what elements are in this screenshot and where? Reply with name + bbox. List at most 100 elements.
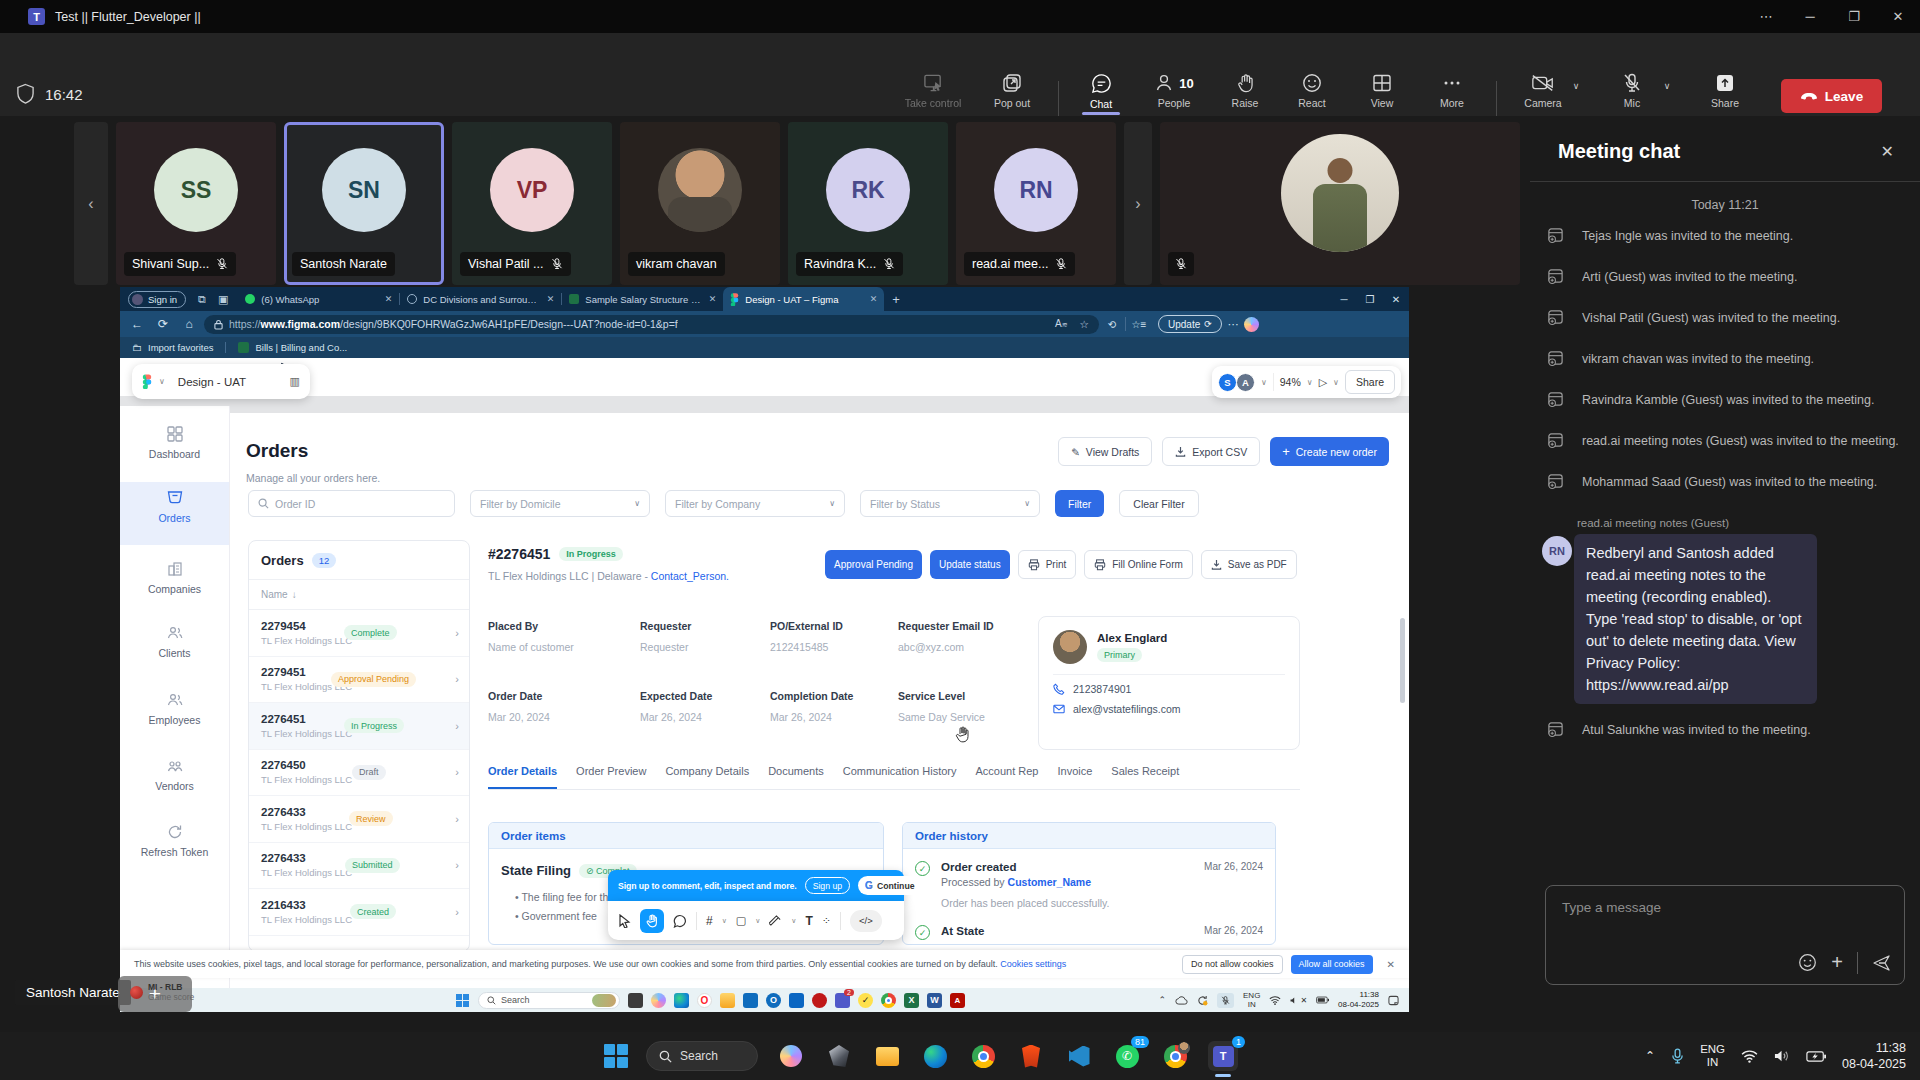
- video-tile-active[interactable]: SN Santosh Narate: [284, 122, 444, 285]
- dev-mode-toggle[interactable]: </>: [850, 910, 882, 932]
- store-icon[interactable]: [743, 993, 758, 1008]
- language-indicator[interactable]: ENGIN: [1700, 1043, 1725, 1069]
- google-continue-button[interactable]: GContinue: [858, 876, 921, 895]
- filter-domicile-dropdown[interactable]: Filter by Domicile∨: [470, 490, 650, 517]
- emoji-icon[interactable]: [1798, 953, 1817, 972]
- start-button[interactable]: [604, 1044, 628, 1068]
- send-icon[interactable]: [1872, 954, 1892, 972]
- raise-hand-button[interactable]: Raise: [1210, 73, 1280, 109]
- copilot-icon[interactable]: [1244, 317, 1259, 332]
- favorites-list-icon[interactable]: ☆≡: [1126, 319, 1152, 330]
- app-scrollbar[interactable]: [1400, 618, 1405, 703]
- people-button[interactable]: 10 People: [1131, 73, 1217, 109]
- filter-company-dropdown[interactable]: Filter by Company∨: [665, 490, 845, 517]
- order-row[interactable]: 2216433TL Flex Holdings LLC Created›: [249, 889, 469, 936]
- tab-panel-icon[interactable]: ▣: [218, 293, 228, 306]
- extension-icon[interactable]: ⟲: [1099, 319, 1125, 330]
- window-more-button[interactable]: ⋯: [1744, 9, 1788, 24]
- rep-phone[interactable]: 2123874901: [1073, 683, 1131, 695]
- norton-icon[interactable]: ✓: [858, 993, 873, 1008]
- browser-tab-active[interactable]: Design - UAT – Figma✕: [723, 287, 884, 311]
- sign-up-button[interactable]: Sign up: [805, 877, 850, 894]
- cloud-icon[interactable]: [1175, 996, 1188, 1005]
- zoom-level[interactable]: 94%: [1280, 376, 1301, 388]
- browser-close-button[interactable]: ✕: [1383, 294, 1409, 305]
- components-tool-icon[interactable]: ⁘: [822, 914, 831, 927]
- collaborator-avatar[interactable]: A: [1236, 373, 1255, 392]
- order-row[interactable]: 2276450TL Flex Holdings LLC Draft›: [249, 750, 469, 797]
- attach-plus-icon[interactable]: +: [1831, 951, 1843, 974]
- order-row-selected[interactable]: 2276451TL Flex Holdings LLC In Progress›: [249, 703, 469, 750]
- vscode-icon[interactable]: [1064, 1041, 1094, 1071]
- export-csv-button[interactable]: Export CSV: [1162, 437, 1260, 466]
- browser-minimize-button[interactable]: ─: [1331, 294, 1357, 305]
- tiles-scroll-right-button[interactable]: ›: [1124, 122, 1152, 285]
- sidebar-item-employees[interactable]: Employees: [120, 692, 229, 726]
- react-button[interactable]: React: [1277, 73, 1347, 109]
- approval-pending-button[interactable]: Approval Pending: [825, 550, 922, 579]
- obsidian-icon[interactable]: [824, 1041, 854, 1071]
- tab-copy-icon[interactable]: ⧉: [198, 293, 206, 306]
- view-drafts-button[interactable]: ✎View Drafts: [1058, 437, 1152, 466]
- sidebar-item-clients[interactable]: Clients: [120, 625, 229, 659]
- volume-icon[interactable]: [1774, 1049, 1790, 1063]
- acrobat-icon[interactable]: A: [950, 993, 965, 1008]
- tray-chevron-icon[interactable]: ⌃: [1158, 995, 1166, 1005]
- taskbar-search[interactable]: Search: [646, 1041, 758, 1071]
- browser-tab[interactable]: DC Divisions and Surroundings✕: [400, 287, 561, 311]
- browser-tab[interactable]: Sample Salary Structure with calc✕: [562, 287, 723, 311]
- battery-icon[interactable]: [1316, 996, 1329, 1004]
- update-status-button[interactable]: Update status: [930, 550, 1010, 579]
- video-tile-spotlight[interactable]: [1160, 122, 1520, 285]
- url-bar[interactable]: https://www.figma.com/design/9BKQ0FOHRWa…: [204, 315, 1099, 334]
- leave-button[interactable]: Leave: [1781, 79, 1882, 113]
- deny-cookies-button[interactable]: Do not allow cookies: [1182, 955, 1283, 974]
- chat-close-button[interactable]: ✕: [1881, 142, 1894, 161]
- video-tile[interactable]: vikram chavan: [620, 122, 780, 285]
- create-order-button[interactable]: +Create new order: [1270, 437, 1389, 466]
- move-tool-icon[interactable]: [618, 914, 631, 928]
- share-button[interactable]: Share: [1690, 73, 1760, 109]
- chat-button[interactable]: Chat: [1066, 73, 1136, 110]
- copilot-taskbar-icon[interactable]: [776, 1041, 806, 1071]
- teams-icon[interactable]: 2: [835, 993, 850, 1008]
- comment-tool-icon[interactable]: [673, 914, 687, 928]
- cookie-close-icon[interactable]: ✕: [1387, 959, 1395, 970]
- pop-out-button[interactable]: Pop out: [977, 73, 1047, 109]
- bookmark-link[interactable]: Bills | Billing and Co...: [255, 342, 347, 353]
- shared-clock[interactable]: 11:3808-04-2025: [1338, 990, 1379, 1010]
- pen-tool-icon[interactable]: [769, 914, 782, 927]
- view-button[interactable]: View: [1347, 73, 1417, 109]
- cookies-settings-link[interactable]: Cookies settings: [1000, 959, 1066, 969]
- save-as-pdf-button[interactable]: Save as PDF: [1201, 550, 1297, 579]
- import-favorites-link[interactable]: Import favorites: [148, 342, 213, 353]
- volume-muted-icon[interactable]: ✕: [1290, 996, 1307, 1005]
- office-icon[interactable]: [789, 993, 804, 1008]
- word-icon[interactable]: W: [927, 993, 942, 1008]
- teams-taskbar-icon[interactable]: T 1: [1208, 1041, 1238, 1071]
- chat-message-input[interactable]: Type a message +: [1545, 885, 1905, 985]
- more-button[interactable]: More: [1417, 73, 1487, 109]
- notification-icon[interactable]: [1388, 995, 1399, 1006]
- shape-tool-icon[interactable]: ▢: [736, 914, 746, 927]
- video-tile[interactable]: RK Ravindra K...: [788, 122, 948, 285]
- home-button[interactable]: ⌂: [176, 317, 202, 331]
- window-minimize-button[interactable]: ─: [1788, 9, 1832, 24]
- excel-icon[interactable]: X: [904, 993, 919, 1008]
- present-icon[interactable]: ▷: [1319, 376, 1327, 389]
- tray-chevron-icon[interactable]: ⌃: [1645, 1049, 1655, 1063]
- order-row[interactable]: 2279454TL Flex Holdings LLC Complete›: [249, 610, 469, 657]
- sidebar-item-orders[interactable]: Orders: [120, 490, 229, 524]
- sidebar-item-dashboard[interactable]: Dashboard: [120, 426, 229, 460]
- print-button[interactable]: Print: [1018, 550, 1077, 579]
- tiles-scroll-left-button[interactable]: ‹: [74, 122, 108, 285]
- chrome-icon[interactable]: [881, 993, 896, 1008]
- browser-profile-button[interactable]: Sign in: [128, 291, 186, 308]
- order-row[interactable]: 2279451TL Flex Holdings LLC Approval Pen…: [249, 657, 469, 704]
- tab-communication-history[interactable]: Communication History: [843, 765, 957, 789]
- figma-doc-title[interactable]: Design - UAT: [178, 376, 246, 388]
- file-explorer-icon[interactable]: [720, 993, 735, 1008]
- outlook-icon[interactable]: O: [766, 993, 781, 1008]
- window-close-button[interactable]: ✕: [1876, 9, 1920, 24]
- mic-options-chevron[interactable]: ∨: [1652, 73, 1682, 96]
